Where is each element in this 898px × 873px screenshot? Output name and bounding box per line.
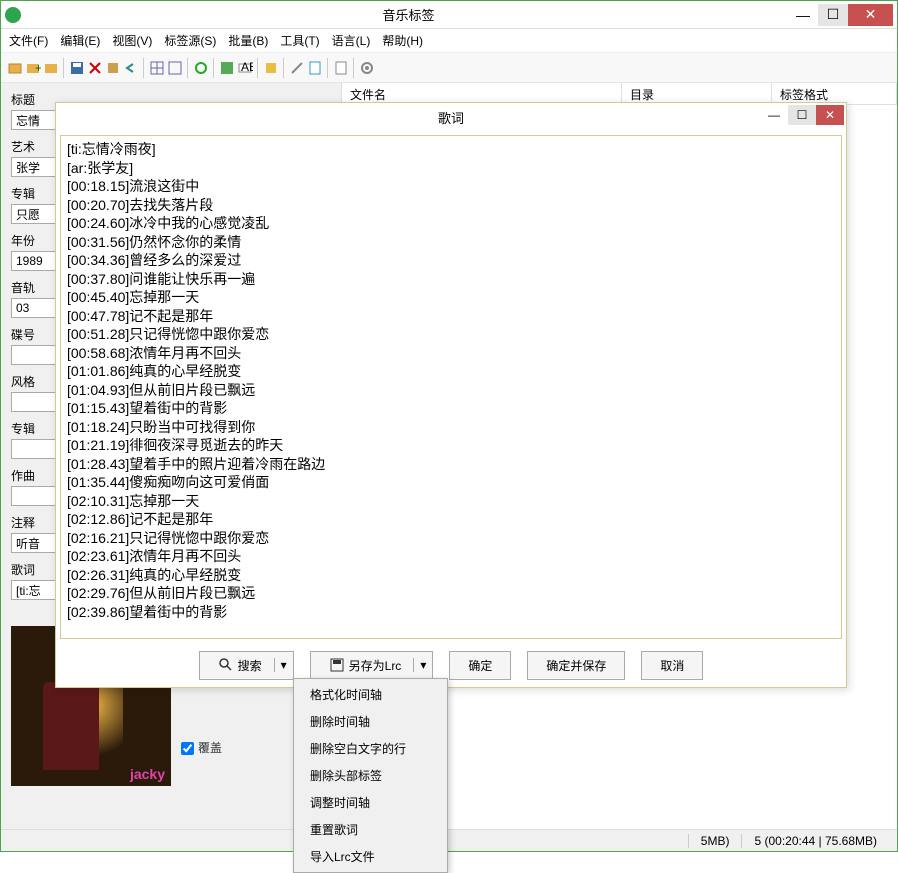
search-icon [218,657,234,673]
maximize-button[interactable]: ☐ [818,4,848,26]
lyrics-line: [01:01.86]纯真的心早经脱变 [67,362,835,381]
overwrite-checkbox[interactable] [181,742,194,755]
saveas-lrc-button[interactable]: 另存为Lrc ▾ [310,651,434,680]
lyrics-line: [02:16.21]只记得恍惚中跟你爱恋 [67,529,835,548]
minimize-button[interactable]: — [788,4,818,26]
dialog-title-bar: 歌词 — ☐ ✕ [56,103,846,131]
paint-icon[interactable] [263,60,279,76]
lyrics-line: [01:15.43]望着街中的背影 [67,399,835,418]
menu-delete-blank-lines[interactable]: 删除空白文字的行 [296,735,445,762]
dialog-maximize-button[interactable]: ☐ [788,105,816,125]
lyrics-textbox[interactable]: [ti:忘情冷雨夜][ar:张学友][00:18.15]流浪这街中[00:20.… [60,135,842,639]
lyrics-line: [00:51.28]只记得恍惚中跟你爱恋 [67,325,835,344]
book-icon[interactable] [105,60,121,76]
lyrics-dialog: 歌词 — ☐ ✕ [ti:忘情冷雨夜][ar:张学友][00:18.15]流浪这… [55,102,847,688]
menu-language[interactable]: 语言(L) [332,32,371,49]
th-filename[interactable]: 文件名 [342,83,622,104]
lyrics-line: [00:20.70]去找失落片段 [67,196,835,215]
lyrics-line: [00:58.68]浓情年月再不回头 [67,344,835,363]
status-left: 5MB) [688,834,742,848]
lyrics-line: [02:23.61]浓情年月再不回头 [67,547,835,566]
chevron-down-icon[interactable]: ▾ [413,658,432,672]
chevron-down-icon[interactable]: ▾ [274,658,293,672]
menu-tools[interactable]: 工具(T) [280,32,319,49]
lyrics-line: [00:31.56]仍然怀念你的柔情 [67,233,835,252]
th-dir[interactable]: 目录 [622,83,772,104]
lyrics-line: [ti:忘情冷雨夜] [67,140,835,159]
lyrics-line: [02:12.86]记不起是那年 [67,510,835,529]
lyrics-line: [02:29.76]但从前旧片段已飘远 [67,584,835,603]
lyrics-line: [00:37.80]问谁能让快乐再一遍 [67,270,835,289]
lyrics-line: [ar:张学友] [67,159,835,178]
window-controls: — ☐ ✕ [788,4,893,26]
grid-icon[interactable] [149,60,165,76]
status-bar: 5MB) 5 (00:20:44 | 75.68MB) [1,829,897,851]
menu-delete-header-tags[interactable]: 删除头部标签 [296,762,445,789]
overwrite-label: 覆盖 [198,738,222,758]
wand-icon[interactable] [289,60,305,76]
rename-icon[interactable]: ABC [237,60,253,76]
menu-import-lrc[interactable]: 导入Lrc文件 [296,843,445,870]
dialog-button-row: 搜索 ▾ 另存为Lrc ▾ 确定 确定并保存 取消 [56,643,846,687]
saveas-dropdown-menu: 格式化时间轴 删除时间轴 删除空白文字的行 删除头部标签 调整时间轴 重置歌词 … [293,678,448,873]
lyrics-line: [02:26.31]纯真的心早经脱变 [67,566,835,585]
lyrics-line: [02:10.31]忘掉那一天 [67,492,835,511]
th-format[interactable]: 标签格式 [772,83,897,104]
lyrics-line: [02:39.86]望着街中的背影 [67,603,835,622]
dialog-minimize-button[interactable]: — [760,105,788,125]
menu-tagsource[interactable]: 标签源(S) [164,32,216,49]
toolbar: + ABC [1,53,897,83]
title-bar: 音乐标签 — ☐ ✕ [1,1,897,29]
app-icon [5,7,21,23]
menu-help[interactable]: 帮助(H) [382,32,423,49]
menu-edit[interactable]: 编辑(E) [60,32,100,49]
delete-icon[interactable] [87,60,103,76]
menu-reset-lyrics[interactable]: 重置歌词 [296,816,445,843]
lyrics-line: [00:24.60]冰冷中我的心感觉凌乱 [67,214,835,233]
app-title: 音乐标签 [29,5,788,24]
lyrics-line: [01:21.19]徘徊夜深寻觅逝去的昨天 [67,436,835,455]
lyrics-line: [00:47.78]记不起是那年 [67,307,835,326]
lyrics-line: [00:18.15]流浪这街中 [67,177,835,196]
folder-tree-icon[interactable] [43,60,59,76]
script-icon[interactable] [307,60,323,76]
menu-batch[interactable]: 批量(B) [228,32,268,49]
dialog-title: 歌词 [438,108,464,127]
search-button[interactable]: 搜索 ▾ [199,651,294,680]
svg-text:ABC: ABC [241,60,253,74]
menu-view[interactable]: 视图(V) [112,32,152,49]
menu-format-timeline[interactable]: 格式化时间轴 [296,681,445,708]
undo-icon[interactable] [123,60,139,76]
lyrics-line: [01:35.44]傻痴痴吻向这可爱俏面 [67,473,835,492]
menu-bar: 文件(F) 编辑(E) 视图(V) 标签源(S) 批量(B) 工具(T) 语言(… [1,29,897,53]
menu-file[interactable]: 文件(F) [9,32,48,49]
lyrics-line: [01:28.43]望着手中的照片迎着冷雨在路边 [67,455,835,474]
export-icon[interactable] [333,60,349,76]
menu-adjust-timeline[interactable]: 调整时间轴 [296,789,445,816]
lyrics-line: [00:34.36]曾经多么的深爱过 [67,251,835,270]
cancel-button[interactable]: 取消 [641,651,703,680]
settings-icon[interactable] [359,60,375,76]
dialog-close-button[interactable]: ✕ [816,105,844,125]
folder-add-icon[interactable]: + [25,60,41,76]
lyrics-line: [01:18.24]只盼当中可找得到你 [67,418,835,437]
folder-open-icon[interactable] [7,60,23,76]
status-right: 5 (00:20:44 | 75.68MB) [741,834,889,848]
lyrics-line: [01:04.93]但从前旧片段已飘远 [67,381,835,400]
ok-button[interactable]: 确定 [449,651,511,680]
list-icon[interactable] [167,60,183,76]
save-icon [329,657,345,673]
refresh-icon[interactable] [193,60,209,76]
lyrics-line: [00:45.40]忘掉那一天 [67,288,835,307]
close-button[interactable]: ✕ [848,4,893,26]
ok-save-button[interactable]: 确定并保存 [527,651,625,680]
save-icon[interactable] [69,60,85,76]
menu-delete-timeline[interactable]: 删除时间轴 [296,708,445,735]
album-logo: jacky [130,766,165,782]
svg-text:+: + [35,61,41,75]
download-icon[interactable] [219,60,235,76]
